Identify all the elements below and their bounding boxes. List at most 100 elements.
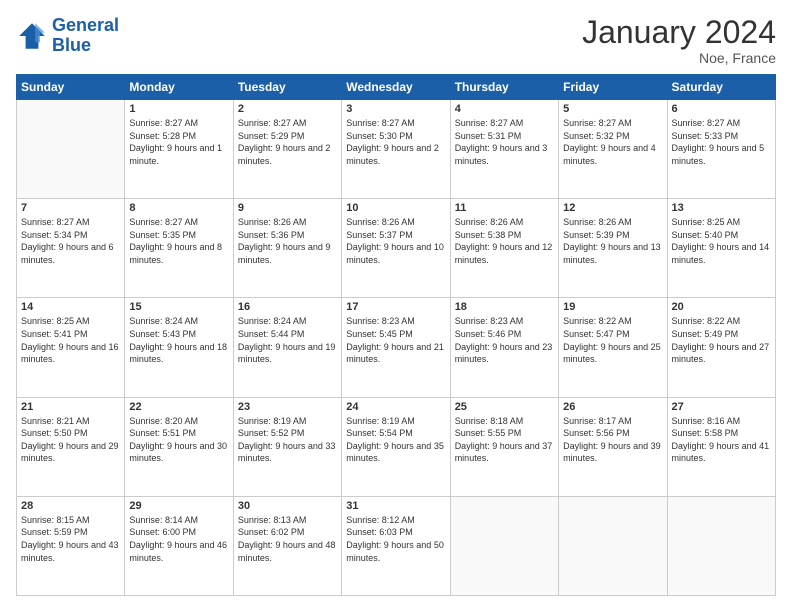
day-info: Sunrise: 8:12 AMSunset: 6:03 PMDaylight:… <box>346 514 445 564</box>
calendar-table: SundayMondayTuesdayWednesdayThursdayFrid… <box>16 74 776 596</box>
day-number: 1 <box>129 103 228 115</box>
day-cell: 8 Sunrise: 8:27 AMSunset: 5:35 PMDaylight… <box>125 199 233 298</box>
day-info: Sunrise: 8:25 AMSunset: 5:41 PMDaylight:… <box>21 315 120 365</box>
day-cell: 24Sunrise: 8:19 AMSunset: 5:54 PMDayligh… <box>342 397 450 496</box>
logo-icon <box>16 20 48 52</box>
month-title: January 2024 <box>582 16 776 48</box>
day-cell: 20Sunrise: 8:22 AMSunset: 5:49 PMDayligh… <box>667 298 775 397</box>
logo-text: General Blue <box>52 16 119 56</box>
day-number: 6 <box>672 103 771 115</box>
day-number: 4 <box>455 103 554 115</box>
day-number: 20 <box>672 301 771 313</box>
day-number: 17 <box>346 301 445 313</box>
day-cell: 22 Sunrise: 8:20 AMSunset: 5:51 PMDayligh… <box>125 397 233 496</box>
day-number: 3 <box>346 103 445 115</box>
day-cell: 10Sunrise: 8:26 AMSunset: 5:37 PMDayligh… <box>342 199 450 298</box>
day-info: Sunrise: 8:27 AMSunset: 5:30 PMDaylight:… <box>346 117 445 167</box>
day-cell: 15Sunrise: 8:24 AMSunset: 5:43 PMDayligh… <box>125 298 233 397</box>
day-number: 31 <box>346 500 445 512</box>
day-info: Sunrise: 8:21 AMSunset: 5:50 PMDaylight:… <box>21 415 120 465</box>
day-cell: 1 Sunrise: 8:27 AMSunset: 5:28 PMDaylight… <box>125 100 233 199</box>
day-info: Sunrise: 8:26 AMSunset: 5:39 PMDaylight:… <box>563 216 662 266</box>
day-cell: 28 Sunrise: 8:15 AMSunset: 5:59 PMDayligh… <box>17 496 125 595</box>
day-info: Sunrise: 8:19 AMSunset: 5:52 PMDaylight:… <box>238 415 337 465</box>
week-row-5: 28 Sunrise: 8:15 AMSunset: 5:59 PMDayligh… <box>17 496 776 595</box>
day-cell: 7 Sunrise: 8:27 AMSunset: 5:34 PMDaylight… <box>17 199 125 298</box>
day-number: 8 <box>129 202 228 214</box>
day-info: Sunrise: 8:25 AMSunset: 5:40 PMDaylight:… <box>672 216 771 266</box>
day-cell: 3 Sunrise: 8:27 AMSunset: 5:30 PMDaylight… <box>342 100 450 199</box>
day-number: 23 <box>238 401 337 413</box>
day-info: Sunrise: 8:23 AMSunset: 5:46 PMDaylight:… <box>455 315 554 365</box>
day-number: 5 <box>563 103 662 115</box>
day-info: Sunrise: 8:17 AMSunset: 5:56 PMDaylight:… <box>563 415 662 465</box>
day-cell: 17Sunrise: 8:23 AMSunset: 5:45 PMDayligh… <box>342 298 450 397</box>
day-info: Sunrise: 8:27 AMSunset: 5:33 PMDaylight:… <box>672 117 771 167</box>
day-number: 9 <box>238 202 337 214</box>
day-cell: 19Sunrise: 8:22 AMSunset: 5:47 PMDayligh… <box>559 298 667 397</box>
day-number: 10 <box>346 202 445 214</box>
day-info: Sunrise: 8:27 AMSunset: 5:28 PMDaylight:… <box>129 117 228 167</box>
week-row-4: 21 Sunrise: 8:21 AMSunset: 5:50 PMDayligh… <box>17 397 776 496</box>
column-header-friday: Friday <box>559 75 667 100</box>
day-number: 25 <box>455 401 554 413</box>
location: Noe, France <box>582 50 776 66</box>
day-number: 12 <box>563 202 662 214</box>
day-number: 11 <box>455 202 554 214</box>
day-number: 14 <box>21 301 120 313</box>
day-info: Sunrise: 8:24 AMSunset: 5:44 PMDaylight:… <box>238 315 337 365</box>
column-header-thursday: Thursday <box>450 75 558 100</box>
calendar-body: 1 Sunrise: 8:27 AMSunset: 5:28 PMDaylight… <box>17 100 776 596</box>
day-cell <box>667 496 775 595</box>
day-info: Sunrise: 8:14 AMSunset: 6:00 PMDaylight:… <box>129 514 228 564</box>
day-cell: 29 Sunrise: 8:14 AMSunset: 6:00 PMDayligh… <box>125 496 233 595</box>
day-cell: 12 Sunrise: 8:26 AMSunset: 5:39 PMDayligh… <box>559 199 667 298</box>
day-number: 16 <box>238 301 337 313</box>
day-cell: 11Sunrise: 8:26 AMSunset: 5:38 PMDayligh… <box>450 199 558 298</box>
day-cell: 9 Sunrise: 8:26 AMSunset: 5:36 PMDaylight… <box>233 199 341 298</box>
day-number: 22 <box>129 401 228 413</box>
day-number: 30 <box>238 500 337 512</box>
day-cell: 6 Sunrise: 8:27 AMSunset: 5:33 PMDaylight… <box>667 100 775 199</box>
day-cell: 25 Sunrise: 8:18 AMSunset: 5:55 PMDayligh… <box>450 397 558 496</box>
day-cell <box>559 496 667 595</box>
week-row-2: 7 Sunrise: 8:27 AMSunset: 5:34 PMDaylight… <box>17 199 776 298</box>
day-cell <box>450 496 558 595</box>
day-cell: 27Sunrise: 8:16 AMSunset: 5:58 PMDayligh… <box>667 397 775 496</box>
day-cell: 26 Sunrise: 8:17 AMSunset: 5:56 PMDayligh… <box>559 397 667 496</box>
week-row-3: 14 Sunrise: 8:25 AMSunset: 5:41 PMDayligh… <box>17 298 776 397</box>
column-header-saturday: Saturday <box>667 75 775 100</box>
day-cell: 2Sunrise: 8:27 AMSunset: 5:29 PMDaylight… <box>233 100 341 199</box>
day-number: 18 <box>455 301 554 313</box>
day-cell <box>17 100 125 199</box>
day-cell: 31 Sunrise: 8:12 AMSunset: 6:03 PMDayligh… <box>342 496 450 595</box>
day-number: 21 <box>21 401 120 413</box>
day-number: 28 <box>21 500 120 512</box>
day-cell: 5 Sunrise: 8:27 AMSunset: 5:32 PMDaylight… <box>559 100 667 199</box>
calendar-page: General Blue January 2024 Noe, France Su… <box>0 0 792 612</box>
day-info: Sunrise: 8:27 AMSunset: 5:34 PMDaylight:… <box>21 216 120 266</box>
day-info: Sunrise: 8:20 AMSunset: 5:51 PMDaylight:… <box>129 415 228 465</box>
day-info: Sunrise: 8:27 AMSunset: 5:29 PMDaylight:… <box>238 117 337 167</box>
day-info: Sunrise: 8:19 AMSunset: 5:54 PMDaylight:… <box>346 415 445 465</box>
day-number: 26 <box>563 401 662 413</box>
day-info: Sunrise: 8:24 AMSunset: 5:43 PMDaylight:… <box>129 315 228 365</box>
day-info: Sunrise: 8:27 AMSunset: 5:31 PMDaylight:… <box>455 117 554 167</box>
day-number: 13 <box>672 202 771 214</box>
day-info: Sunrise: 8:26 AMSunset: 5:36 PMDaylight:… <box>238 216 337 266</box>
day-cell: 18 Sunrise: 8:23 AMSunset: 5:46 PMDayligh… <box>450 298 558 397</box>
calendar-header: SundayMondayTuesdayWednesdayThursdayFrid… <box>17 75 776 100</box>
title-area: January 2024 Noe, France <box>582 16 776 66</box>
day-cell: 23 Sunrise: 8:19 AMSunset: 5:52 PMDayligh… <box>233 397 341 496</box>
day-info: Sunrise: 8:15 AMSunset: 5:59 PMDaylight:… <box>21 514 120 564</box>
day-cell: 13 Sunrise: 8:25 AMSunset: 5:40 PMDayligh… <box>667 199 775 298</box>
day-info: Sunrise: 8:27 AMSunset: 5:35 PMDaylight:… <box>129 216 228 266</box>
column-header-monday: Monday <box>125 75 233 100</box>
day-number: 29 <box>129 500 228 512</box>
day-number: 7 <box>21 202 120 214</box>
day-info: Sunrise: 8:18 AMSunset: 5:55 PMDaylight:… <box>455 415 554 465</box>
day-cell: 30Sunrise: 8:13 AMSunset: 6:02 PMDayligh… <box>233 496 341 595</box>
day-info: Sunrise: 8:27 AMSunset: 5:32 PMDaylight:… <box>563 117 662 167</box>
day-cell: 16 Sunrise: 8:24 AMSunset: 5:44 PMDayligh… <box>233 298 341 397</box>
logo: General Blue <box>16 16 119 56</box>
